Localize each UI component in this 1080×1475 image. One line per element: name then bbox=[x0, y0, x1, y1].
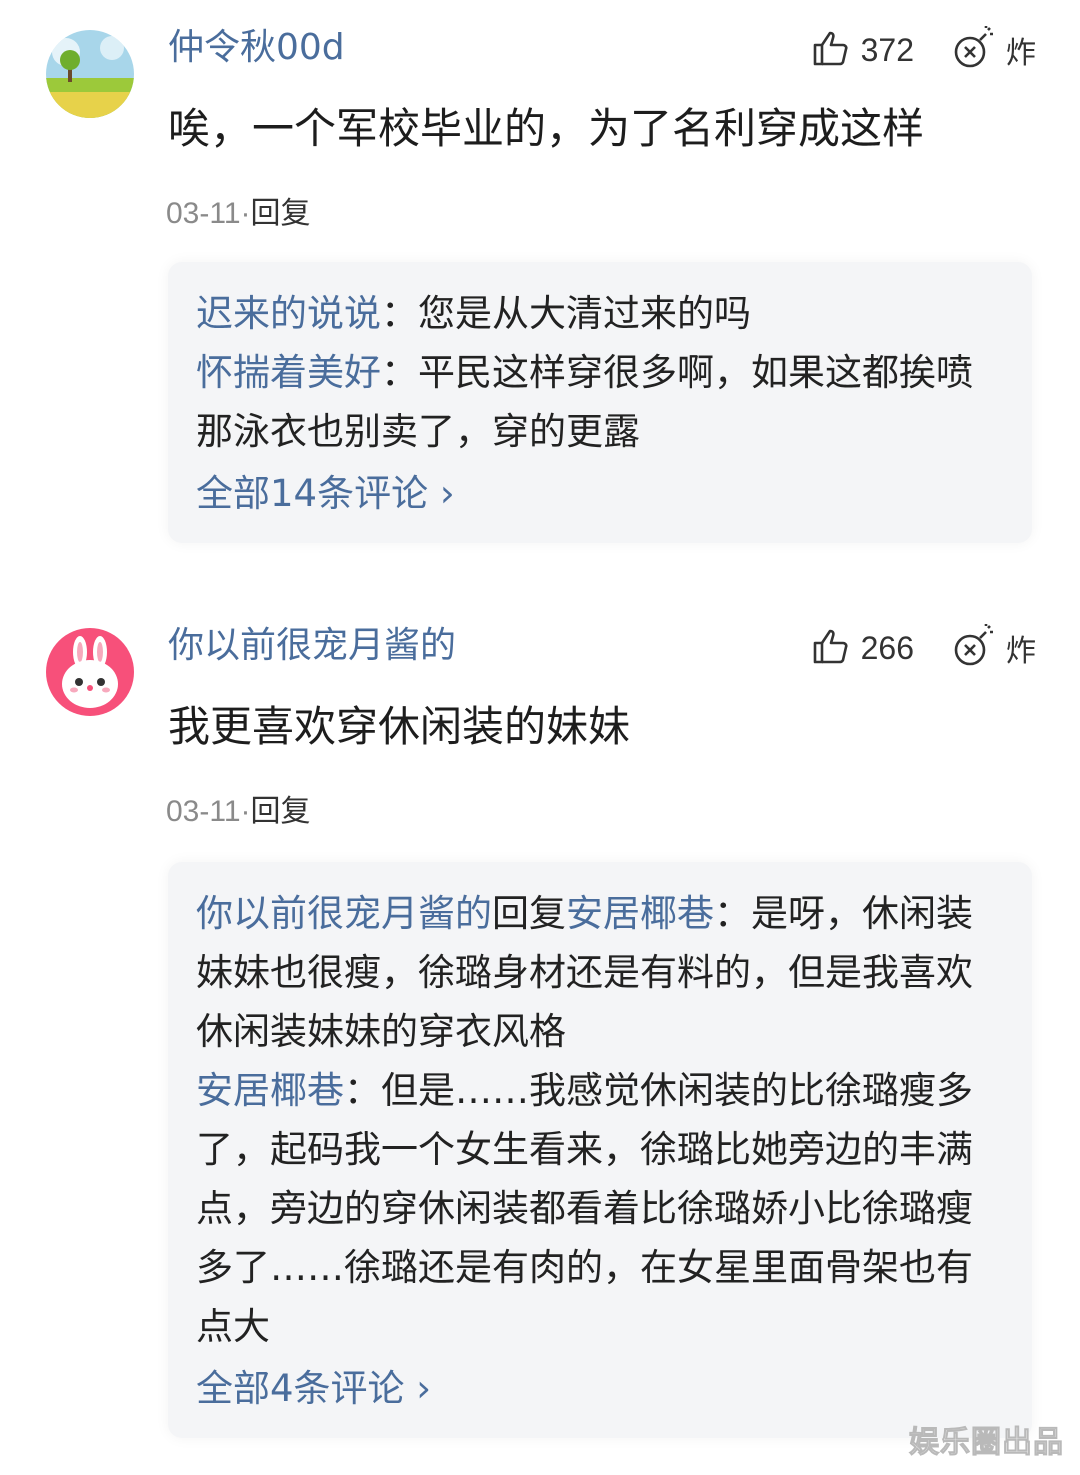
reply-button[interactable]: 回复 bbox=[251, 795, 311, 828]
comment-actions: 266 炸 bbox=[811, 624, 1036, 672]
bomb-button[interactable]: 炸 bbox=[952, 26, 1036, 74]
comment-meta: 03-11·回复 bbox=[166, 795, 311, 828]
bomb-label: 炸 bbox=[1006, 634, 1036, 669]
reply-verb: 回复 bbox=[492, 892, 566, 935]
comment-text: 我更喜欢穿休闲装的妹妹 bbox=[168, 702, 631, 751]
bomb-icon bbox=[952, 624, 996, 672]
reply-username[interactable]: 你以前很宠月酱的 bbox=[196, 892, 492, 935]
reply-text: 您是从大清过来的吗 bbox=[418, 292, 751, 335]
like-count: 372 bbox=[860, 31, 914, 68]
avatar-bunny[interactable] bbox=[46, 628, 134, 716]
comment-meta: 03-11·回复 bbox=[166, 197, 311, 230]
comment-username[interactable]: 仲令秋00d bbox=[168, 26, 345, 70]
bomb-icon bbox=[952, 26, 996, 74]
reply-box: 迟来的说说：您是从大清过来的吗 怀揣着美好：平民这样穿很多啊，如果这都挨喷那泳衣… bbox=[168, 262, 1032, 543]
reply-item: 安居椰巷：但是……我感觉休闲装的比徐璐瘦多了，起码我一个女生看来，徐璐比她旁边的… bbox=[196, 1069, 973, 1348]
reply-target-username[interactable]: 安居椰巷 bbox=[566, 892, 714, 935]
reply-item: 迟来的说说：您是从大清过来的吗 bbox=[196, 292, 751, 335]
like-count: 266 bbox=[860, 629, 914, 666]
reply-item: 你以前很宠月酱的回复安居椰巷：是呀，休闲装妹妹也很瘦，徐璐身材还是有料的，但是我… bbox=[196, 892, 973, 1053]
comment-date: 03-11 bbox=[166, 795, 241, 828]
bomb-label: 炸 bbox=[1006, 36, 1036, 71]
reply-item: 怀揣着美好：平民这样穿很多啊，如果这都挨喷那泳衣也别卖了，穿的更露 bbox=[196, 351, 973, 453]
reply-button[interactable]: 回复 bbox=[251, 197, 311, 230]
thumbs-up-icon bbox=[811, 626, 851, 670]
comment-actions: 372 炸 bbox=[811, 26, 1036, 74]
reply-username[interactable]: 安居椰巷 bbox=[196, 1069, 344, 1112]
like-button[interactable]: 372 bbox=[811, 28, 914, 72]
view-all-replies-link[interactable]: 全部4条评论 › bbox=[196, 1356, 431, 1422]
thumbs-up-icon bbox=[811, 28, 851, 72]
like-button[interactable]: 266 bbox=[811, 626, 914, 670]
avatar-landscape[interactable] bbox=[46, 30, 134, 118]
watermark: 娱乐圈出品 bbox=[909, 1425, 1064, 1461]
view-all-replies-link[interactable]: 全部14条评论 › bbox=[196, 461, 455, 527]
comment-username[interactable]: 你以前很宠月酱的 bbox=[168, 624, 456, 668]
reply-username[interactable]: 迟来的说说 bbox=[196, 292, 381, 335]
comment-date: 03-11 bbox=[166, 197, 241, 230]
reply-username[interactable]: 怀揣着美好 bbox=[196, 351, 381, 394]
reply-box: 你以前很宠月酱的回复安居椰巷：是呀，休闲装妹妹也很瘦，徐璐身材还是有料的，但是我… bbox=[168, 862, 1032, 1438]
bomb-button[interactable]: 炸 bbox=[952, 624, 1036, 672]
comment-text: 唉，一个军校毕业的，为了名利穿成这样 bbox=[168, 104, 925, 153]
